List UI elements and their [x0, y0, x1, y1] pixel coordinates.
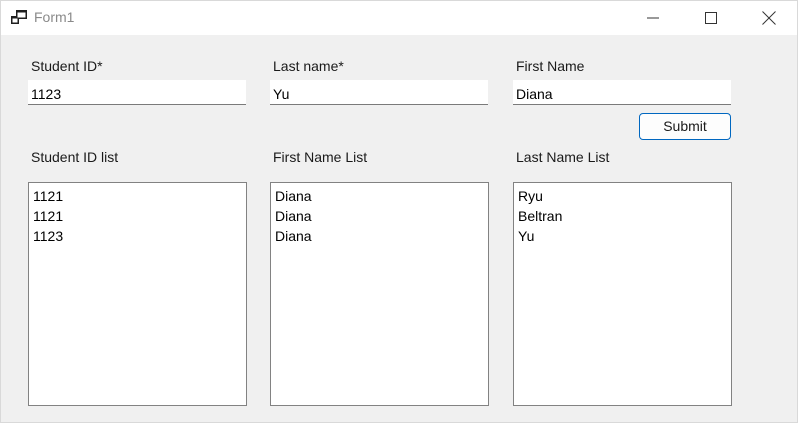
last-name-label: Last name*: [273, 58, 344, 74]
list-item[interactable]: Diana: [275, 226, 488, 246]
first-name-list-label: First Name List: [273, 149, 368, 165]
student-id-listbox[interactable]: 1121 1121 1123: [28, 182, 247, 406]
list-item[interactable]: 1121: [33, 206, 246, 226]
list-item[interactable]: Diana: [275, 206, 488, 226]
list-item[interactable]: 1121: [33, 186, 246, 206]
list-item[interactable]: 1123: [33, 226, 246, 246]
student-id-label: Student ID*: [31, 58, 103, 74]
form-window: Form1 Student ID* Last name* First Name …: [0, 0, 798, 423]
submit-button[interactable]: Submit: [639, 113, 731, 140]
close-icon: [762, 11, 776, 25]
minimize-icon: [647, 17, 659, 19]
list-item[interactable]: Ryu: [518, 186, 731, 206]
title-bar[interactable]: Form1: [1, 1, 797, 35]
app-icon: [11, 10, 27, 24]
list-item[interactable]: Beltran: [518, 206, 731, 226]
first-name-label: First Name: [516, 58, 585, 74]
list-item[interactable]: Diana: [275, 186, 488, 206]
first-name-listbox[interactable]: Diana Diana Diana: [270, 182, 489, 406]
window-title: Form1: [34, 9, 75, 25]
last-name-input[interactable]: [270, 80, 488, 105]
maximize-button[interactable]: [688, 1, 734, 35]
minimize-button[interactable]: [630, 1, 676, 35]
student-id-input[interactable]: [28, 80, 246, 105]
maximize-icon: [705, 12, 717, 24]
list-item[interactable]: Yu: [518, 226, 731, 246]
close-button[interactable]: [746, 1, 792, 35]
last-name-listbox[interactable]: Ryu Beltran Yu: [513, 182, 732, 406]
first-name-input[interactable]: [513, 80, 731, 105]
student-id-list-label: Student ID list: [31, 149, 119, 165]
last-name-list-label: Last Name List: [516, 149, 610, 165]
